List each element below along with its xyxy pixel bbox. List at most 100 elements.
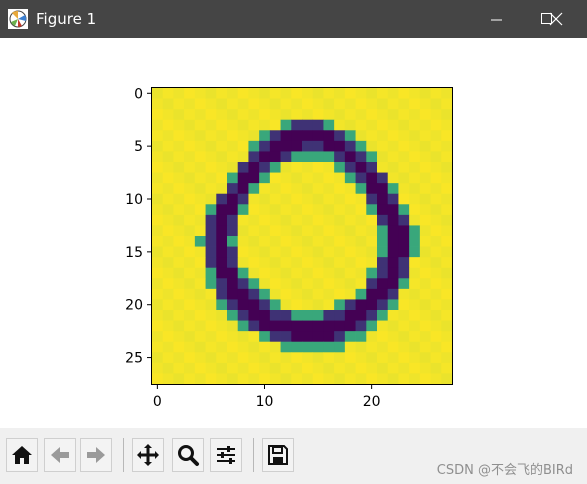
- image-pixel: [248, 320, 260, 332]
- image-pixel: [419, 331, 431, 343]
- image-pixel: [441, 109, 453, 121]
- image-pixel: [419, 352, 431, 364]
- image-pixel: [302, 98, 314, 110]
- image-pixel: [280, 109, 292, 121]
- image-pixel: [259, 193, 271, 205]
- image-pixel: [366, 373, 378, 385]
- image-pixel: [377, 193, 389, 205]
- image-pixel: [398, 88, 410, 99]
- image-pixel: [216, 236, 228, 247]
- configure-subplots-button[interactable]: [210, 438, 242, 472]
- image-pixel: [259, 236, 271, 247]
- image-pixel: [205, 278, 217, 290]
- image-pixel: [312, 236, 324, 247]
- image-pixel: [194, 352, 206, 364]
- image-pixel: [184, 119, 196, 131]
- maximize-button[interactable]: [473, 0, 552, 38]
- image-pixel: [409, 193, 421, 205]
- image-pixel: [194, 130, 206, 142]
- image-pixel: [269, 236, 281, 247]
- image-pixel: [323, 98, 335, 110]
- image-pixel: [419, 119, 431, 131]
- close-icon: [549, 12, 563, 26]
- image-pixel: [237, 278, 249, 290]
- image-pixel: [173, 362, 185, 374]
- image-pixel: [377, 278, 389, 290]
- image-pixel: [205, 214, 217, 226]
- save-button[interactable]: [262, 438, 294, 472]
- image-pixel: [334, 331, 346, 343]
- image-pixel: [387, 352, 399, 364]
- image-pixel: [184, 352, 196, 364]
- image-pixel: [184, 373, 196, 385]
- image-pixel: [323, 278, 335, 290]
- image-pixel: [312, 362, 324, 374]
- image-pixel: [291, 119, 303, 131]
- image-pixel: [441, 257, 453, 269]
- image-pixel: [173, 88, 185, 99]
- image-pixel: [173, 109, 185, 121]
- image-pixel: [237, 352, 249, 364]
- image-pixel: [430, 88, 442, 99]
- image-pixel: [259, 320, 271, 332]
- image-pixel: [419, 193, 431, 205]
- image-pixel: [216, 257, 228, 269]
- figure-canvas[interactable]: 0 10 20 0 5 10 15 20 25: [0, 38, 587, 428]
- image-pixel: [194, 140, 206, 152]
- image-pixel: [409, 225, 421, 237]
- image-pixel: [344, 225, 356, 237]
- image-pixel: [334, 183, 346, 195]
- image-pixel: [387, 246, 399, 258]
- image-pixel: [259, 267, 271, 279]
- image-pixel: [430, 172, 442, 184]
- image-pixel: [377, 288, 389, 300]
- image-pixel: [216, 214, 228, 226]
- image-pixel: [216, 267, 228, 279]
- image-pixel: [291, 331, 303, 343]
- image-pixel: [205, 193, 217, 205]
- image-pixel: [184, 109, 196, 121]
- image-pixel: [441, 373, 453, 385]
- image-pixel: [355, 193, 367, 205]
- image-pixel: [312, 109, 324, 121]
- image-pixel: [259, 130, 271, 142]
- image-pixel: [269, 151, 281, 163]
- matplotlib-app-icon: [8, 9, 28, 29]
- image-pixel: [398, 172, 410, 184]
- image-pixel: [398, 310, 410, 321]
- image-pixel: [430, 130, 442, 142]
- image-pixel: [377, 257, 389, 269]
- image-pixel: [194, 225, 206, 237]
- home-button[interactable]: [6, 438, 38, 472]
- image-pixel: [377, 267, 389, 279]
- back-button[interactable]: [44, 438, 76, 472]
- image-pixel: [237, 362, 249, 374]
- image-pixel: [269, 267, 281, 279]
- image-pixel: [430, 214, 442, 226]
- image-pixel: [162, 140, 174, 152]
- close-button[interactable]: [537, 0, 587, 38]
- zoom-button[interactable]: [172, 438, 204, 472]
- image-pixel: [162, 98, 174, 110]
- image-pixel: [344, 193, 356, 205]
- image-pixel: [409, 341, 421, 353]
- pan-button[interactable]: [132, 438, 164, 472]
- image-pixel: [152, 204, 164, 216]
- image-pixel: [377, 172, 389, 184]
- image-pixel: [227, 310, 239, 321]
- image-pixel: [312, 341, 324, 353]
- image-pixel: [194, 246, 206, 258]
- image-pixel: [237, 109, 249, 121]
- image-pixel: [323, 373, 335, 385]
- watermark-text: CSDN @不会飞的BIRd: [436, 463, 573, 478]
- image-pixel: [205, 341, 217, 353]
- image-pixel: [344, 88, 356, 99]
- image-pixel: [430, 352, 442, 364]
- image-pixel: [227, 352, 239, 364]
- image-pixel: [291, 172, 303, 184]
- image-pixel: [237, 299, 249, 311]
- forward-button[interactable]: [80, 438, 112, 472]
- image-pixel: [334, 225, 346, 237]
- image-pixel: [355, 278, 367, 290]
- image-pixel: [248, 130, 260, 142]
